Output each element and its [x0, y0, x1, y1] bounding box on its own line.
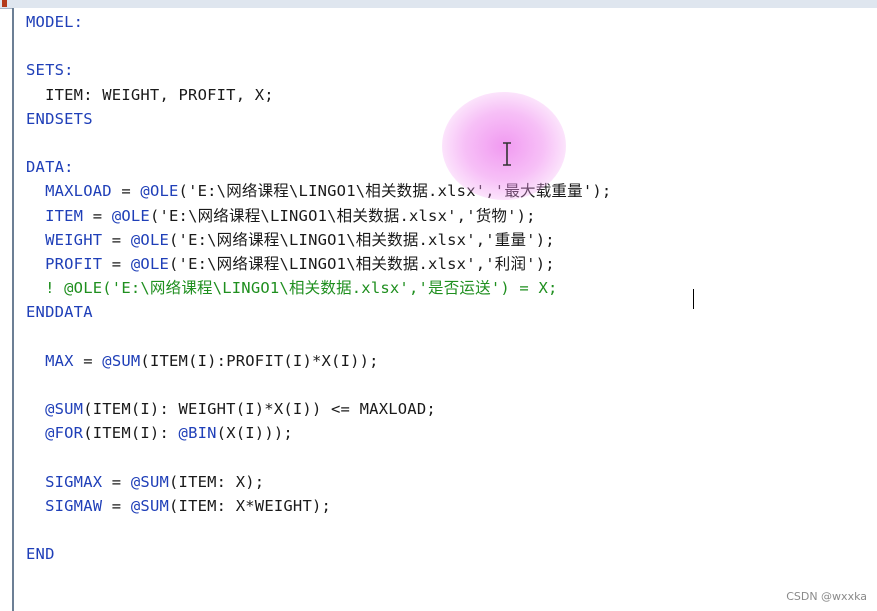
code-token: =: [111, 182, 141, 201]
code-token: DATA:: [26, 158, 74, 177]
code-token: @SUM: [130, 497, 170, 515]
code-token: @SUM: [102, 351, 141, 370]
code-token: (ITEM(I):: [83, 424, 179, 443]
code-token: ITEM: WEIGHT, PROFIT, X;: [26, 85, 274, 104]
code-line: WEIGHT = @OLE('E:\网络课程\LINGO1\相关数据.xlsx'…: [26, 228, 555, 252]
code-line: DATA:: [26, 155, 74, 179]
code-token: (ITEM(I):PROFIT(I)*X(I));: [140, 351, 379, 370]
code-line: PROFIT = @OLE('E:\网络课程\LINGO1\相关数据.xlsx'…: [26, 252, 555, 276]
code-line: MAX = @SUM(ITEM(I):PROFIT(I)*X(I));: [26, 349, 379, 373]
code-token: (X(I)));: [216, 424, 293, 443]
code-line: SETS:: [26, 58, 74, 82]
code-token: ! @OLE('E:\网络课程\LINGO1\相关数据.xlsx','是否运送'…: [26, 279, 558, 298]
code-token: END: [26, 545, 55, 564]
code-token: =: [102, 230, 131, 249]
code-token: @SUM: [26, 400, 84, 419]
code-token: ('E:\网络课程\LINGO1\相关数据.xlsx','重量');: [169, 230, 555, 249]
code-line: ENDSETS: [26, 107, 93, 131]
code-token: SIGMAX: [26, 472, 103, 491]
code-token: =: [102, 255, 131, 273]
code-token: (ITEM(I): WEIGHT(I)*X(I)) <= MAXLOAD;: [83, 400, 436, 419]
code-line: ENDDATA: [26, 300, 93, 324]
code-line: ITEM: WEIGHT, PROFIT, X;: [26, 83, 274, 107]
code-token: @OLE: [140, 182, 179, 201]
code-token: MODEL:: [26, 13, 84, 31]
code-token: PROFIT: [26, 255, 103, 273]
code-line: @FOR(ITEM(I): @BIN(X(I)));: [26, 421, 293, 445]
code-token: @OLE: [130, 255, 170, 273]
code-token: MAX: [26, 351, 74, 370]
code-line: ! @OLE('E:\网络课程\LINGO1\相关数据.xlsx','是否运送'…: [26, 276, 558, 300]
text-caret: [693, 289, 694, 309]
code-token: ENDDATA: [26, 303, 93, 322]
code-token: @OLE: [111, 206, 150, 225]
code-token: ('E:\网络课程\LINGO1\相关数据.xlsx','利润');: [169, 255, 555, 273]
code-line: MODEL:: [26, 10, 83, 34]
text-cursor-icon: [503, 142, 511, 166]
code-token: @BIN: [178, 424, 217, 443]
code-token: MAXLOAD: [26, 182, 112, 201]
code-token: @OLE: [130, 230, 170, 249]
code-token: SETS:: [26, 61, 74, 80]
code-token: SIGMAW: [26, 497, 103, 515]
app-icon: [2, 0, 7, 7]
code-token: (ITEM: X);: [169, 472, 265, 491]
code-token: WEIGHT: [26, 230, 103, 249]
code-line: ITEM = @OLE('E:\网络课程\LINGO1\相关数据.xlsx','…: [26, 204, 536, 228]
code-token: =: [102, 497, 131, 515]
code-token: (ITEM: X*WEIGHT);: [169, 497, 332, 515]
code-editor[interactable]: END SIGMAW = @SUM(ITEM: X*WEIGHT); SIGMA…: [12, 8, 877, 611]
code-token: =: [73, 351, 103, 370]
code-token: =: [102, 472, 131, 491]
watermark: CSDN @wxxka: [786, 590, 867, 603]
code-token: @SUM: [130, 472, 170, 491]
code-token: =: [83, 206, 112, 225]
code-line: SIGMAW = @SUM(ITEM: X*WEIGHT);: [26, 494, 331, 518]
code-token: @FOR: [26, 424, 84, 443]
code-token: ('E:\网络课程\LINGO1\相关数据.xlsx','货物');: [149, 206, 536, 225]
code-token: ENDSETS: [26, 109, 93, 128]
code-line: END: [26, 542, 55, 566]
code-line: @SUM(ITEM(I): WEIGHT(I)*X(I)) <= MAXLOAD…: [26, 397, 436, 421]
code-token: ITEM: [26, 206, 84, 225]
code-line: SIGMAX = @SUM(ITEM: X);: [26, 470, 264, 494]
